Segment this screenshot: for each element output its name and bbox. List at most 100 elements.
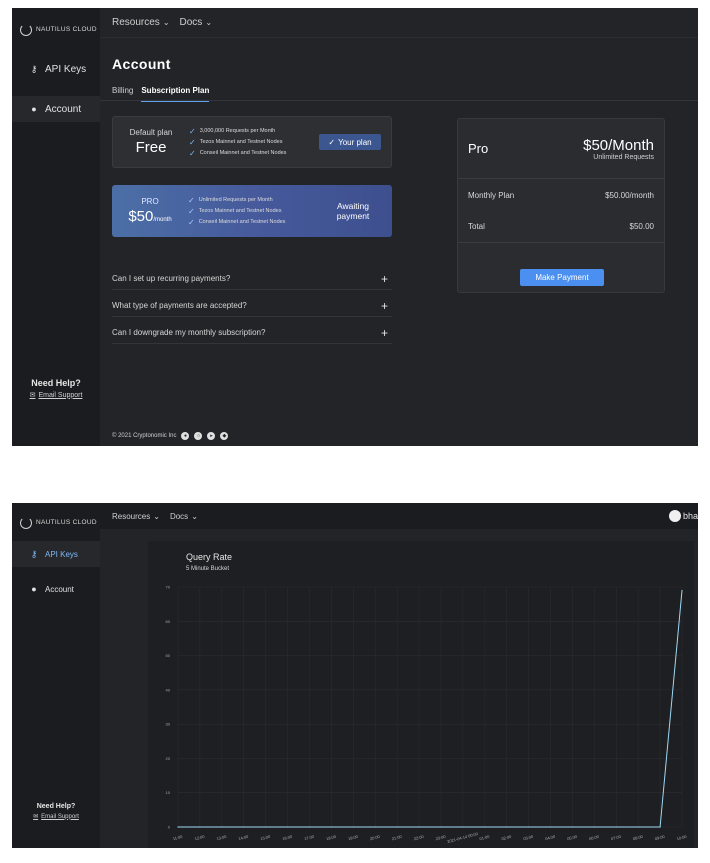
footer: © 2021 Cryptonomic Inc ● ○ ▸ ◆ bbox=[112, 432, 229, 440]
sidebar-item-account[interactable]: ● Account bbox=[12, 576, 100, 602]
user-label: bha bbox=[682, 511, 698, 521]
summary-plan-name: Pro bbox=[468, 141, 489, 156]
faq-item[interactable]: Can I downgrade my monthly subscription?… bbox=[112, 322, 392, 344]
y-tick-label: 20 bbox=[166, 756, 171, 761]
brand-logo[interactable]: NAUTILUS CLOUD bbox=[20, 517, 97, 529]
data-point bbox=[593, 826, 595, 828]
x-tick-label: 19:00 bbox=[347, 834, 359, 842]
sidebar-item-account[interactable]: ● Account bbox=[12, 96, 100, 122]
x-tick-label: 09:00 bbox=[654, 834, 666, 842]
top-nav: Resources ⌄ Docs ⌄ bbox=[100, 503, 698, 529]
plus-icon[interactable]: + bbox=[381, 299, 388, 313]
x-tick-label: 22:00 bbox=[413, 834, 425, 842]
user-circle-icon: ● bbox=[31, 584, 37, 594]
x-tick-label: 01:00 bbox=[479, 834, 491, 842]
x-tick-label: 08:00 bbox=[632, 834, 644, 842]
payment-summary-panel: Pro $50/Month Unlimited Requests Monthly… bbox=[457, 118, 665, 293]
github-icon[interactable]: ○ bbox=[194, 432, 203, 440]
docs-menu[interactable]: Docs ⌄ bbox=[170, 512, 198, 521]
user-menu[interactable]: bha bbox=[668, 510, 698, 522]
data-point bbox=[243, 826, 245, 828]
chevron-down-icon: ⌄ bbox=[191, 511, 198, 521]
page-title: Account bbox=[112, 56, 171, 72]
mail-icon: ✉ bbox=[33, 814, 39, 820]
plan-label: PRO bbox=[141, 197, 159, 206]
brand-name: NAUTILUS CLOUD bbox=[36, 518, 97, 526]
plus-icon[interactable]: + bbox=[381, 326, 388, 340]
copyright: © 2021 Cryptonomic Inc bbox=[112, 433, 177, 439]
feature-item: ✓ 3,000,000 Requests per Month bbox=[189, 126, 276, 136]
medium-icon[interactable]: ● bbox=[181, 432, 190, 440]
chevron-down-icon: ⌄ bbox=[162, 18, 170, 27]
summary-row: Total $50.00 bbox=[458, 211, 664, 243]
chevron-down-icon: ⌄ bbox=[205, 18, 213, 27]
help-section: Need Help? ✉ Email Support bbox=[12, 803, 100, 820]
x-tick-label: 13:00 bbox=[216, 834, 228, 842]
data-point bbox=[396, 826, 398, 828]
pro-plan-card[interactable]: PRO $50/month ✓ Unlimited Requests per Mo… bbox=[112, 185, 392, 237]
summary-price-sub: Unlimited Requests bbox=[593, 153, 654, 161]
check-icon: ✓ bbox=[188, 195, 195, 205]
telegram-icon[interactable]: ▸ bbox=[207, 432, 216, 440]
feature-item: ✓ Conseil Mainnet and Testnet Nodes bbox=[188, 217, 286, 227]
sidebar-item-label: API Keys bbox=[45, 63, 87, 75]
help-section: Need Help? ✉ Email Support bbox=[12, 378, 100, 399]
x-tick-label: 05:00 bbox=[567, 834, 579, 842]
y-tick-label: 30 bbox=[166, 722, 171, 727]
top-nav: Resources ⌄ Docs ⌄ bbox=[100, 8, 698, 38]
sidebar-item-api-keys[interactable]: ⚷ API Keys bbox=[12, 541, 100, 567]
sidebar-item-label: API Keys bbox=[45, 549, 78, 559]
x-tick-label: 14:00 bbox=[238, 834, 250, 842]
sidebar: NAUTILUS CLOUD ⚷ API Keys ● Account Need… bbox=[12, 503, 100, 848]
brand-logo[interactable]: NAUTILUS CLOUD bbox=[20, 24, 97, 36]
api-keys-screen: NAUTILUS CLOUD ⚷ API Keys ● Account Need… bbox=[12, 503, 698, 848]
twitter-icon[interactable]: ◆ bbox=[220, 432, 229, 440]
resources-menu[interactable]: Resources ⌄ bbox=[112, 17, 170, 28]
sidebar-item-api-keys[interactable]: ⚷ API Keys bbox=[12, 56, 100, 82]
chart-svg: Query Rate 5 Minute Bucket 0 10 20 30 40 50 60… bbox=[166, 552, 688, 844]
query-rate-chart: Query Rate 5 Minute Bucket 0 10 20 30 40 50 60… bbox=[148, 541, 694, 848]
y-tick-label: 0 bbox=[168, 825, 171, 830]
sidebar: NAUTILUS CLOUD ⚷ API Keys ● Account Need… bbox=[12, 8, 100, 446]
user-circle-icon: ● bbox=[31, 104, 37, 114]
docs-menu[interactable]: Docs ⌄ bbox=[180, 17, 213, 28]
make-payment-button[interactable]: Make Payment bbox=[520, 269, 604, 286]
plan-price: $50/month bbox=[128, 208, 172, 225]
check-icon: ✓ bbox=[189, 137, 196, 147]
resources-menu[interactable]: Resources ⌄ bbox=[112, 512, 160, 521]
x-tick-label: 15:00 bbox=[260, 834, 272, 842]
data-point bbox=[681, 589, 683, 592]
x-tick-label: 2021-04-14 00:00 bbox=[447, 831, 480, 844]
plus-icon[interactable]: + bbox=[381, 272, 388, 286]
faq-item[interactable]: Can I set up recurring payments? + bbox=[112, 268, 392, 290]
summary-row: Monthly Plan $50.00/month bbox=[468, 190, 654, 200]
check-icon: ✓ bbox=[328, 137, 336, 147]
faq-item[interactable]: What type of payments are accepted? + bbox=[112, 295, 392, 317]
data-point bbox=[286, 826, 289, 828]
email-support-link[interactable]: ✉ Email Support bbox=[12, 813, 100, 821]
data-point bbox=[374, 826, 376, 828]
x-tick-label: 11:00 bbox=[172, 834, 183, 842]
check-icon: ✓ bbox=[188, 206, 195, 216]
nautilus-logo-icon bbox=[20, 24, 32, 36]
help-title: Need Help? bbox=[31, 378, 81, 388]
email-support-link[interactable]: ✉ Email Support bbox=[12, 391, 100, 400]
data-point bbox=[177, 826, 179, 828]
plan-features: ✓ Unlimited Requests per Month ✓ Tezos Mai… bbox=[188, 195, 320, 228]
chevron-down-icon: ⌄ bbox=[153, 511, 160, 521]
nautilus-logo-icon bbox=[20, 517, 32, 529]
feature-item: ✓ Tezos Mainnet and Testnet Nodes bbox=[189, 137, 283, 147]
payment-status: Awaiting payment bbox=[336, 201, 370, 221]
plan-features: ✓ 3,000,000 Requests per Month ✓ Tezos Mai… bbox=[189, 126, 319, 159]
check-icon: ✓ bbox=[189, 148, 196, 158]
data-point bbox=[506, 826, 508, 828]
data-point bbox=[308, 826, 311, 828]
data-point bbox=[484, 826, 486, 828]
free-plan-card[interactable]: Default plan Free ✓ 3,000,000 Requests pe… bbox=[112, 116, 392, 168]
x-axis-ticks: 11:00 12:00 13:00 14:00 15:00 16:00 17:00 18:00… bbox=[172, 831, 688, 844]
data-point bbox=[615, 826, 617, 828]
x-tick-label: 04:00 bbox=[545, 834, 557, 842]
data-point bbox=[462, 826, 464, 828]
data-point bbox=[549, 826, 552, 828]
check-icon: ✓ bbox=[188, 217, 195, 227]
